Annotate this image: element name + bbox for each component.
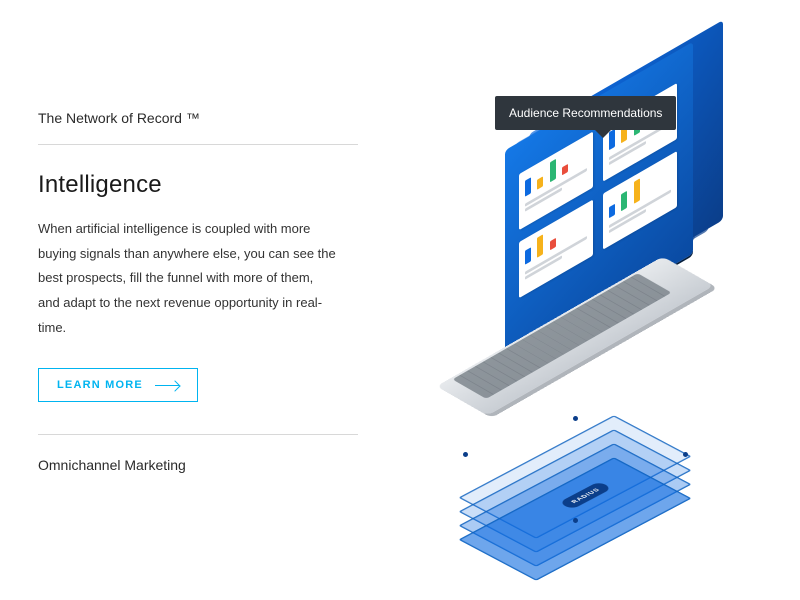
illustration-tooltip: Audience Recommendations	[495, 96, 676, 130]
section-body: When artificial intelligence is coupled …	[38, 217, 338, 340]
tab-network-of-record[interactable]: The Network of Record ™	[38, 110, 358, 145]
arrow-right-icon	[155, 385, 179, 387]
hero-illustration: Audience Recommendations	[405, 60, 775, 530]
learn-more-label: LEARN MORE	[57, 379, 143, 391]
learn-more-button[interactable]: LEARN MORE	[38, 368, 198, 402]
section-heading: Intelligence	[38, 171, 358, 199]
tab-omnichannel-marketing[interactable]: Omnichannel Marketing	[38, 457, 358, 473]
data-layers-icon: RADIUS	[465, 422, 685, 532]
